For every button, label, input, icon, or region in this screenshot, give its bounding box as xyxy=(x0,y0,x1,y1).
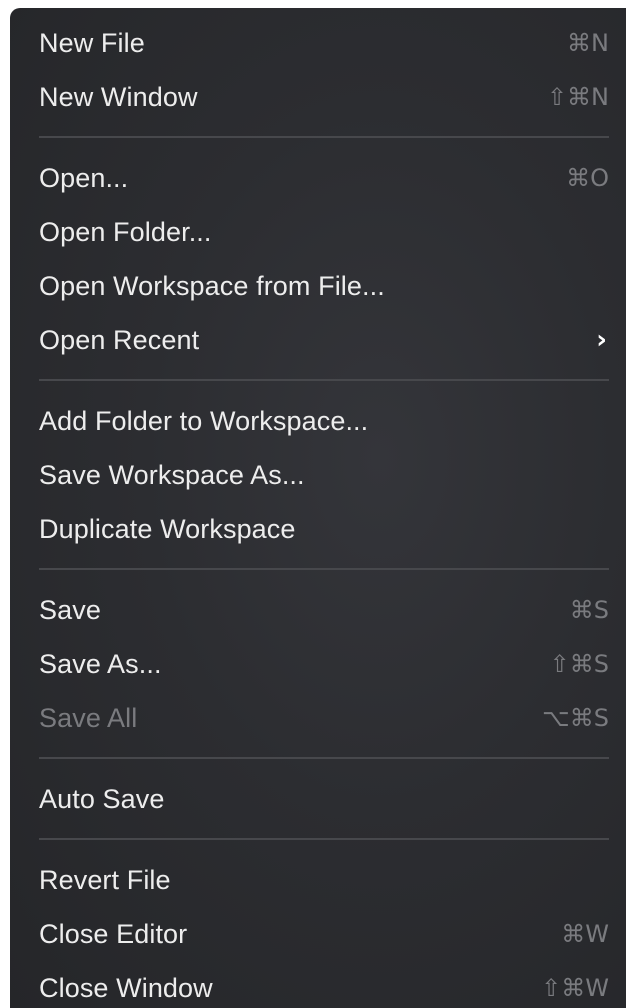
menu-item-label: Open... xyxy=(39,162,129,193)
menu-item-save-all: Save All ⌥⌘S xyxy=(10,691,626,745)
shortcut-hint: ⇧⌘W xyxy=(541,974,609,1002)
menu-item-label: Open Workspace from File... xyxy=(39,270,385,301)
menu-item-label: Open Recent xyxy=(39,324,200,355)
menu-item-close-editor[interactable]: Close Editor ⌘W xyxy=(10,907,626,961)
menu-separator xyxy=(10,124,626,151)
menu-item-close-window[interactable]: Close Window ⇧⌘W xyxy=(10,961,626,1008)
menu-item-open-folder[interactable]: Open Folder... xyxy=(10,205,626,259)
menu-item-label: Close Window xyxy=(39,972,213,1003)
chevron-right-icon: › xyxy=(596,325,607,355)
shortcut-hint: ⇧⌘S xyxy=(549,650,609,678)
menu-item-auto-save[interactable]: Auto Save xyxy=(10,772,626,826)
shortcut-hint: ⌘N xyxy=(567,29,609,57)
menu-item-label: New Window xyxy=(39,81,198,112)
menu-item-save-workspace-as[interactable]: Save Workspace As... xyxy=(10,448,626,502)
menu-item-label: Save xyxy=(39,594,101,625)
menu-item-label: New File xyxy=(39,27,145,58)
menu-item-open-workspace-from-file[interactable]: Open Workspace from File... xyxy=(10,259,626,313)
menu-item-label: Close Editor xyxy=(39,918,188,949)
shortcut-hint: ⌘S xyxy=(569,596,609,624)
menu-separator xyxy=(10,367,626,394)
file-menu: New File ⌘N New Window ⇧⌘N Open... ⌘O Op… xyxy=(10,8,626,1008)
shortcut-hint: ⌘W xyxy=(561,920,609,948)
menu-item-revert-file[interactable]: Revert File xyxy=(10,853,626,907)
menu-item-duplicate-workspace[interactable]: Duplicate Workspace xyxy=(10,502,626,556)
shortcut-hint: ⇧⌘N xyxy=(546,83,609,111)
menu-item-label: Auto Save xyxy=(39,783,165,814)
menu-item-new-file[interactable]: New File ⌘N xyxy=(10,16,626,70)
menu-item-save-as[interactable]: Save As... ⇧⌘S xyxy=(10,637,626,691)
shortcut-hint: ⌘O xyxy=(566,164,609,192)
menu-item-save[interactable]: Save ⌘S xyxy=(10,583,626,637)
menu-item-add-folder-to-workspace[interactable]: Add Folder to Workspace... xyxy=(10,394,626,448)
shortcut-hint: ⌥⌘S xyxy=(542,704,609,732)
menu-item-label: Add Folder to Workspace... xyxy=(39,405,369,436)
menu-item-label: Save As... xyxy=(39,648,162,679)
menu-separator xyxy=(10,556,626,583)
menu-item-label: Revert File xyxy=(39,864,171,895)
menu-separator xyxy=(10,745,626,772)
menu-separator xyxy=(10,826,626,853)
menu-item-label: Open Folder... xyxy=(39,216,212,247)
menu-item-new-window[interactable]: New Window ⇧⌘N xyxy=(10,70,626,124)
menu-item-label: Duplicate Workspace xyxy=(39,513,296,544)
menu-item-open-recent[interactable]: Open Recent › xyxy=(10,313,626,367)
menu-item-label: Save All xyxy=(39,702,138,733)
menu-item-label: Save Workspace As... xyxy=(39,459,305,490)
menu-item-open[interactable]: Open... ⌘O xyxy=(10,151,626,205)
